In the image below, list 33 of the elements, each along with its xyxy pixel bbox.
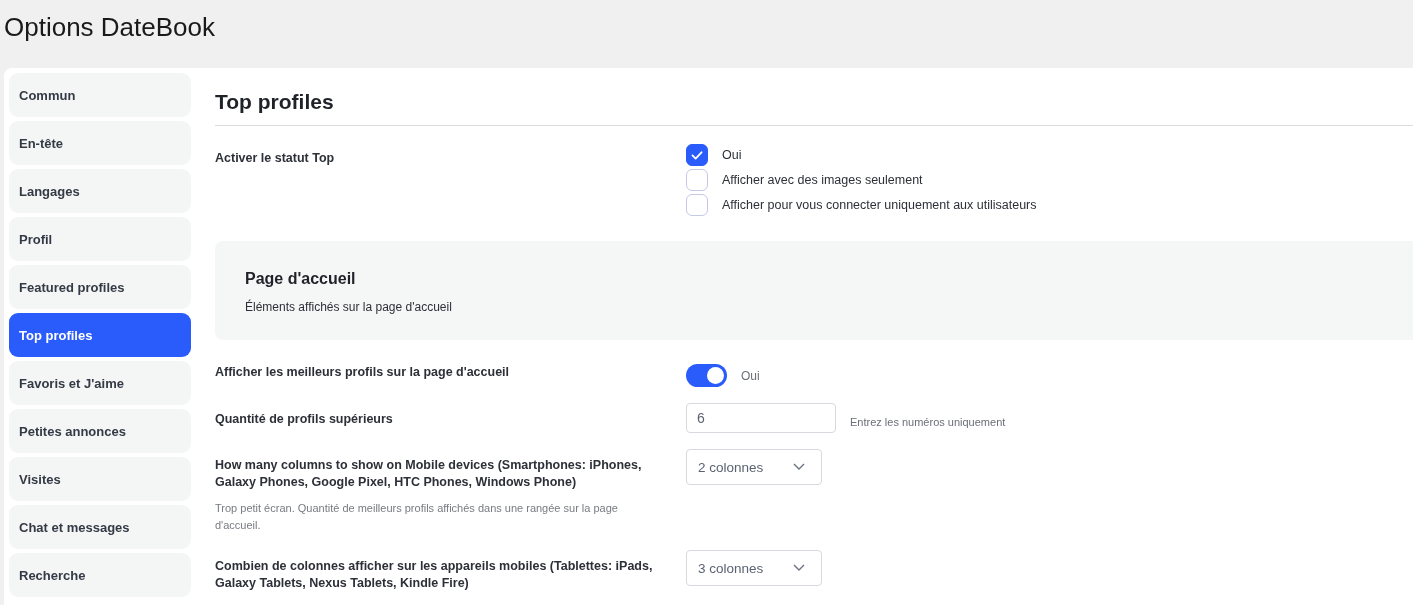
section-heading: Top profiles: [215, 89, 335, 115]
chevron-down-icon: [793, 463, 805, 471]
sidebar-item[interactable]: Favoris et J'aime: [9, 361, 191, 405]
window-title: Options DateBook: [3, 11, 216, 44]
section-title: Page d'accueil: [245, 270, 357, 288]
toggle-switch[interactable]: [686, 364, 727, 387]
select-dropdown[interactable]: 3 colonnes: [686, 550, 822, 586]
setting-label: Activer le statut Top: [215, 150, 336, 167]
number-field[interactable]: 6: [686, 403, 836, 433]
field-hint: Entrez les numéros uniquement: [850, 416, 1006, 428]
setting-label: Quantité de profils supérieurs: [215, 411, 394, 428]
checkbox[interactable]: [686, 144, 708, 166]
sidebar-item[interactable]: Commun: [9, 73, 191, 117]
sidebar-item[interactable]: Featured profiles: [9, 265, 191, 309]
checkbox-label: Oui: [722, 148, 742, 162]
toggle-label: Oui: [741, 368, 760, 383]
sidebar-item[interactable]: Top profiles: [9, 313, 191, 357]
sidebar-item[interactable]: Recherche: [9, 553, 191, 597]
sidebar-item[interactable]: Visites: [9, 457, 191, 501]
checkbox-label: Afficher avec des images seulement: [722, 173, 923, 187]
sidebar-item[interactable]: Profil: [9, 217, 191, 261]
sidebar-item[interactable]: Chat et messages: [9, 505, 191, 549]
checkbox-label: Afficher pour vous connecter uniquement aux utilisateurs: [722, 198, 1037, 212]
select-dropdown[interactable]: 2 colonnes: [686, 449, 822, 485]
setting-label: Afficher les meilleurs profils sur la page d'accueil: [215, 364, 511, 381]
setting-label: Combien de colonnes afficher sur les appareils mobiles (Tablettes: iPads, Galaxy Tablets, Nexus Tablets, Kindle Fire): [215, 558, 654, 592]
setting-label: How many columns to show on Mobile devices (Smartphones: iPhones, Galaxy Phones, Google Pixel, HTC Phones, Windows Phone): [215, 457, 643, 491]
section-subtitle: Éléments affichés sur la page d'accueil: [245, 300, 453, 314]
setting-description: Trop petit écran. Quantité de meilleurs profils affichés dans une rangée sur la page d'accueil.: [215, 501, 619, 533]
sidebar-item[interactable]: Petites annonces: [9, 409, 191, 453]
sidebar-item[interactable]: Langages: [9, 169, 191, 213]
sidebar-item[interactable]: En-tête: [9, 121, 191, 165]
chevron-down-icon: [793, 564, 805, 572]
